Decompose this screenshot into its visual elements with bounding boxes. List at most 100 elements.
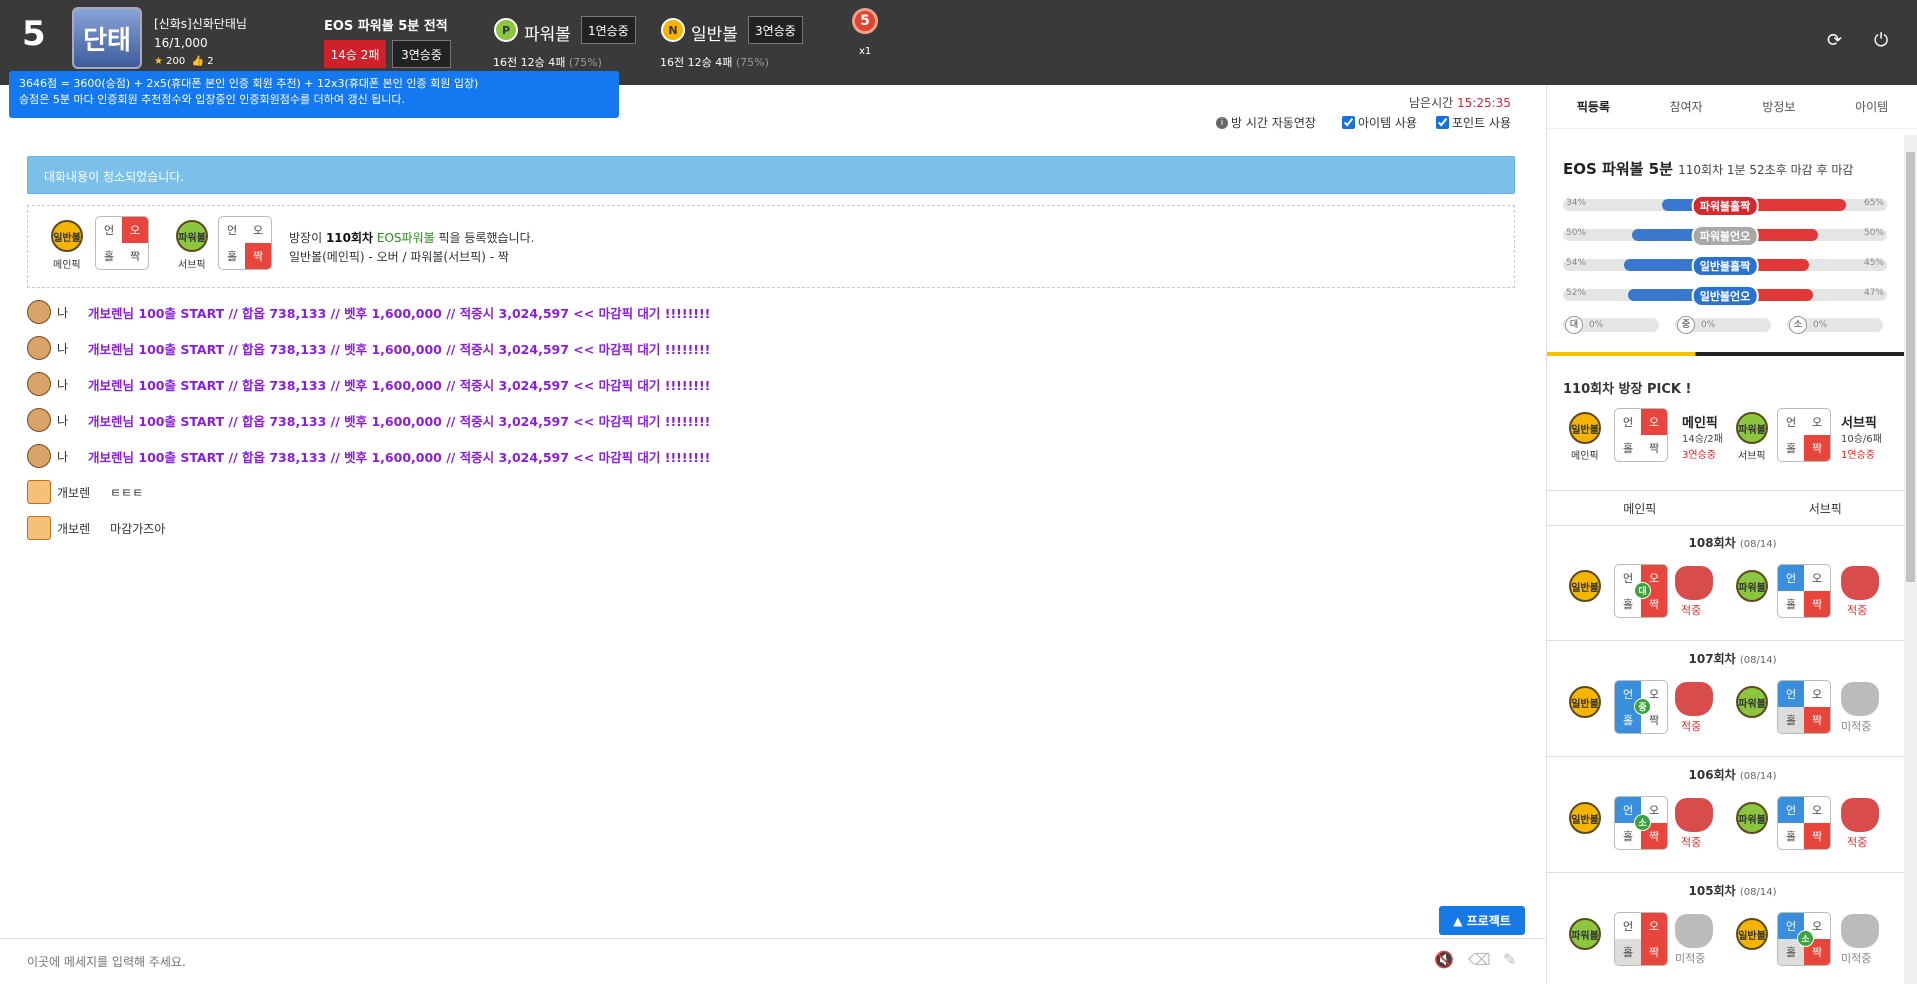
owner-main-tag: 일반볼	[1569, 412, 1601, 444]
bar-right-pct: 47%	[1863, 288, 1884, 298]
round-date: (08/14)	[1739, 771, 1777, 782]
grid-over: 오	[122, 217, 148, 243]
owner-sub-caption: 서브픽	[1738, 451, 1766, 462]
round-main-ball: 중	[1634, 698, 1651, 715]
result-face-icon	[1841, 566, 1879, 600]
scrollbar-arrow[interactable]	[1904, 135, 1917, 150]
chat-input[interactable]	[0, 938, 1545, 984]
item-use-label: 아이템 사용	[1358, 116, 1418, 130]
record-win-loss: 14승 2패	[324, 40, 386, 68]
game-title-text: EOS 파워볼 5분	[1563, 160, 1673, 178]
round-date: (08/14)	[1739, 655, 1777, 666]
chat-nick: 나	[57, 377, 69, 392]
item-use-checkbox[interactable]	[1342, 116, 1355, 129]
point-use-checkbox[interactable]	[1436, 116, 1449, 129]
size-icon: 소	[1789, 316, 1807, 334]
user-avatar	[27, 408, 51, 432]
grid-cell: 언	[1622, 920, 1634, 933]
tooltip-line-2: 승점은 5분 마다 인증회원 추천점수와 입장중인 인증회원점수를 더하여 갱신…	[19, 93, 406, 106]
chat-text: 개보렌님 100출 START // 합옵 738,133 // 벳후 1,60…	[88, 305, 711, 321]
result-face-icon	[1841, 682, 1879, 716]
project-button[interactable]: ▲ 프로젝트	[1439, 906, 1525, 935]
owner-sub-tag: 파워볼	[1736, 412, 1768, 444]
grid-cell: 오	[1641, 913, 1667, 939]
right-panel: 픽등록 참여자 방정보 아이템 EOS 파워볼 5분 110회차 1분 52초후…	[1546, 85, 1917, 984]
like-count: 2	[207, 56, 214, 67]
result-face-icon	[1675, 914, 1713, 948]
grid-under: 언	[103, 224, 115, 237]
item-use-option[interactable]: 아이템 사용	[1342, 114, 1417, 131]
eraser-icon[interactable]: ⌫	[1468, 950, 1491, 969]
tab-pick-register[interactable]: 픽등록	[1547, 85, 1640, 128]
grid-under: 언	[1622, 416, 1634, 429]
chat-nick: 나	[57, 449, 69, 464]
bar-left-pct: 52%	[1566, 288, 1587, 298]
round-number: 108회차	[1688, 536, 1736, 550]
game-title: EOS 파워볼 5분 110회차 1분 52초후 마감 후 마감	[1563, 158, 1853, 179]
chat-nick: 나	[57, 305, 69, 320]
power-icon[interactable]: ⏻	[1874, 30, 1888, 51]
round-sub-result: 미적중	[1841, 952, 1872, 965]
bar-label: 파워볼언오	[1691, 225, 1759, 247]
round-title: 105회차 (08/14)	[1547, 882, 1917, 899]
user-avatar	[27, 480, 51, 504]
round-divider	[1547, 872, 1917, 873]
msg-prefix: 방장이	[289, 231, 326, 245]
round-divider	[1547, 756, 1917, 757]
chat-message: 나 개보렌님 100출 START // 합옵 738,133 // 벳후 1,6…	[27, 372, 710, 396]
normalball-streak: 3연승중	[748, 16, 803, 44]
tab-room-info[interactable]: 방정보	[1733, 85, 1826, 128]
room-number: 5	[22, 14, 46, 54]
point-use-option[interactable]: 포인트 사용	[1436, 114, 1511, 131]
round-date: (08/14)	[1739, 539, 1777, 550]
pick-head-sub: 서브픽	[1808, 501, 1842, 516]
bar-left-pct: 54%	[1566, 258, 1587, 268]
star-icon: ★	[154, 56, 163, 67]
owner-pick-title: 110회차 방장 PICK !	[1563, 382, 1692, 397]
chat-nick: 개보렌	[57, 521, 91, 536]
grid-even: 짝	[1804, 435, 1830, 461]
owner-sub-name: 서브픽	[1841, 416, 1877, 431]
auto-extend-option[interactable]: i 방 시간 자동연장	[1216, 114, 1316, 131]
powerball-icon: P	[494, 18, 518, 42]
chat-text: 개보렌님 100출 START // 합옵 738,133 // 벳후 1,60…	[88, 341, 711, 357]
powerball-record-text: 16전 12승 4패	[493, 56, 566, 69]
grid-cell: 홀	[1785, 830, 1797, 843]
powerball-streak: 1연승중	[581, 16, 636, 44]
owner-main-name: 메인픽	[1682, 416, 1718, 431]
magic-wand-icon[interactable]: ✎	[1503, 950, 1516, 969]
round-sub-ball: 소	[1797, 930, 1814, 947]
grid-cell: 홀	[1615, 939, 1641, 965]
result-face-icon	[1675, 682, 1713, 716]
round-sub-grid: 언오홀짝	[1777, 796, 1831, 850]
round-sub-result: 적중	[1847, 836, 1868, 849]
round-main-grid: 언오홀짝	[1614, 912, 1668, 966]
round-date: (08/14)	[1739, 887, 1777, 898]
size-bar: 대 0%	[1563, 316, 1659, 334]
round-main-result: 적중	[1681, 720, 1702, 733]
round-sub-tag: 일반볼	[1736, 918, 1768, 950]
chat-text: 개보렌님 100출 START // 합옵 738,133 // 벳후 1,60…	[88, 377, 711, 393]
mute-icon[interactable]: 🔇	[1434, 950, 1454, 969]
grid-under: 언	[226, 224, 238, 237]
score-tooltip: 3646점 = 3600(승점) + 2x5(휴대폰 본인 인증 회원 추천) …	[9, 71, 619, 118]
owner-sub-record: 10승/6패	[1841, 434, 1882, 445]
grid-odd: 홀	[103, 250, 115, 263]
grid-cell: 짝	[1804, 823, 1830, 849]
grid-over: 오	[1811, 416, 1823, 429]
normalball-record-pct: (75%)	[735, 56, 769, 69]
user-avatar	[27, 336, 51, 360]
ratio-bar: 54% 45% 일반볼홀짝	[1563, 255, 1887, 277]
refresh-icon[interactable]: ⟳	[1827, 30, 1842, 51]
grid-odd: 홀	[226, 250, 238, 263]
tab-items[interactable]: 아이템	[1825, 85, 1917, 128]
user-avatar	[27, 516, 51, 540]
pick-history-header: 메인픽 서브픽	[1547, 490, 1917, 526]
size-value: 0%	[1813, 320, 1828, 330]
size-value: 0%	[1701, 320, 1716, 330]
tab-participants[interactable]: 참여자	[1640, 85, 1733, 128]
chat-text: 개보렌님 100출 START // 합옵 738,133 // 벳후 1,60…	[88, 413, 711, 429]
scrollbar-thumb[interactable]	[1906, 152, 1915, 582]
user-avatar	[27, 444, 51, 468]
user-avatar	[27, 372, 51, 396]
